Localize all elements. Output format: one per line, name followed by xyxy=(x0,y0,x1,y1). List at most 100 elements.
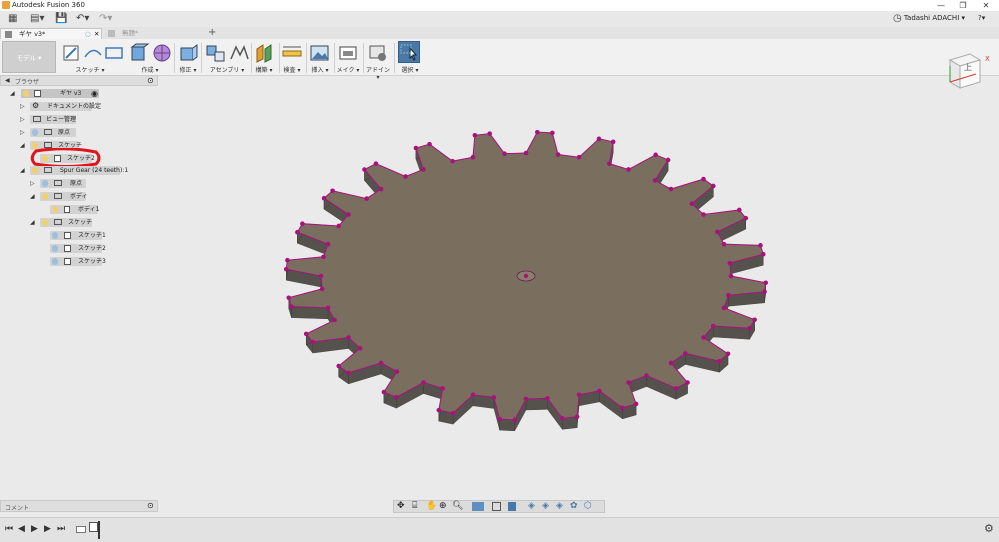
create-menu[interactable]: 作成 ▾ xyxy=(136,65,164,74)
sketch-point[interactable] xyxy=(685,380,690,385)
tab-untitled[interactable]: 無題* xyxy=(104,28,204,39)
sketch-point[interactable] xyxy=(711,183,716,189)
make-menu[interactable]: メイク ▾ xyxy=(334,65,362,74)
timeline-marker[interactable] xyxy=(98,521,100,539)
undo-icon[interactable]: ↶▾ xyxy=(76,13,89,25)
workspace-switcher[interactable]: モデル ▾ xyxy=(2,41,56,73)
sketch-point[interactable] xyxy=(286,295,292,301)
sketch-point[interactable] xyxy=(763,280,769,286)
sketch-point[interactable] xyxy=(310,339,316,345)
sketch-point[interactable] xyxy=(644,373,649,378)
addins-menu[interactable]: アドイン ▾ xyxy=(364,65,392,81)
sketch-point[interactable] xyxy=(378,186,384,192)
tree-node-sketch2b[interactable]: スケッチ2 xyxy=(0,243,160,254)
sketch-point[interactable] xyxy=(330,188,335,194)
sketch-point[interactable] xyxy=(596,136,602,142)
tree-node-body1[interactable]: ボディ1 xyxy=(0,204,160,215)
insert-menu[interactable]: 挿入 ▾ xyxy=(306,65,334,74)
view-iso-icon[interactable]: ✿ xyxy=(570,501,578,511)
form-icon[interactable] xyxy=(151,43,173,63)
measure-icon[interactable] xyxy=(281,43,303,63)
sketch-point[interactable] xyxy=(470,392,476,398)
sketch-point[interactable] xyxy=(721,305,727,311)
sketch-point[interactable] xyxy=(394,394,399,400)
activate-icon[interactable]: ◉ xyxy=(91,89,98,98)
sketch-point[interactable] xyxy=(620,405,625,411)
help-menu[interactable]: ?▾ xyxy=(978,14,985,22)
sketch-point[interactable] xyxy=(652,178,658,183)
sketch-point[interactable] xyxy=(295,229,300,235)
sketch-point[interactable] xyxy=(346,370,351,376)
tree-node-gear-sketches[interactable]: ◢ スケッチ xyxy=(0,217,160,228)
sketch-point[interactable] xyxy=(743,215,749,221)
data-panel-icon[interactable]: ▦ xyxy=(8,13,17,25)
sketch-point[interactable] xyxy=(545,396,550,401)
orbit-icon[interactable]: ✥ xyxy=(397,501,405,511)
sketch-point[interactable] xyxy=(394,369,400,374)
sketch-point[interactable] xyxy=(346,335,351,340)
sketch-point[interactable] xyxy=(440,386,445,391)
tree-node-root[interactable]: ◢ ギヤ v3 ◉ xyxy=(0,88,160,99)
visibility-bulb-icon[interactable] xyxy=(23,90,29,97)
sketch-point[interactable] xyxy=(633,401,639,407)
sketch-point[interactable] xyxy=(357,345,363,351)
rectangle-icon[interactable] xyxy=(103,43,125,63)
sketch-point[interactable] xyxy=(502,151,507,156)
sketch-point[interactable] xyxy=(523,396,529,402)
pin-panel-icon[interactable]: ⊙ xyxy=(147,76,154,85)
sketch-point[interactable] xyxy=(512,417,517,423)
sketch-point[interactable] xyxy=(717,358,722,364)
3d-print-icon[interactable] xyxy=(337,43,359,63)
sketch-point[interactable] xyxy=(555,152,561,157)
select-button[interactable] xyxy=(398,41,420,63)
tree-node-document-settings[interactable]: ▷ ⚙ ドキュメントの設定 xyxy=(0,101,160,112)
sketch-point[interactable] xyxy=(472,133,478,138)
sketch-point[interactable] xyxy=(689,201,695,207)
sketch-point[interactable] xyxy=(381,389,387,395)
sketch-point[interactable] xyxy=(362,167,367,172)
joint-icon[interactable] xyxy=(228,43,250,63)
create-sketch-icon[interactable] xyxy=(61,43,83,63)
sketch-point[interactable] xyxy=(701,176,706,182)
sketch-point[interactable] xyxy=(373,161,379,166)
sketch-point[interactable] xyxy=(626,167,631,172)
display-settings-icon[interactable] xyxy=(472,502,484,511)
file-menu-icon[interactable]: ▤▾ xyxy=(30,13,44,25)
assemble-menu[interactable]: アセンブリ ▾ xyxy=(207,65,247,74)
sketch-point[interactable] xyxy=(523,150,529,156)
pin-panel-icon[interactable]: ⊙ xyxy=(147,501,154,510)
job-status-icon[interactable]: ◷ xyxy=(893,13,902,25)
timeline-feature-icon[interactable] xyxy=(76,526,86,533)
user-menu[interactable]: Tadashi ADACHI ▾ xyxy=(904,14,965,22)
sketch-point[interactable] xyxy=(597,388,602,394)
sketch-point[interactable] xyxy=(497,416,502,422)
go-to-end-icon[interactable]: ⏭ xyxy=(57,524,65,534)
visibility-bulb-icon[interactable] xyxy=(52,232,58,239)
sketch-point[interactable] xyxy=(325,305,331,311)
new-tab-button[interactable]: + xyxy=(208,27,216,38)
timeline-sketch-icon[interactable] xyxy=(89,522,98,532)
sketch-point[interactable] xyxy=(701,212,706,217)
visibility-bulb-icon[interactable] xyxy=(52,245,58,252)
visibility-bulb-icon[interactable] xyxy=(52,206,58,213)
tab-gear[interactable]: ギヤ v3* ○ ✕ xyxy=(0,28,102,39)
restore-button[interactable]: ❐ xyxy=(952,0,974,11)
step-forward-icon[interactable]: ▶ xyxy=(44,524,51,534)
sketch-point[interactable] xyxy=(721,241,727,247)
view-top-icon[interactable]: ◈ xyxy=(542,501,549,511)
line-icon[interactable] xyxy=(82,43,104,63)
sketch-point[interactable] xyxy=(760,251,766,257)
visibility-bulb-icon[interactable] xyxy=(32,167,38,174)
step-back-icon[interactable]: ◀ xyxy=(18,524,25,534)
sketch-point[interactable] xyxy=(726,292,731,298)
sketch-point[interactable] xyxy=(535,129,540,135)
new-component-icon[interactable] xyxy=(205,43,227,63)
view-right-icon[interactable]: ◈ xyxy=(556,501,563,511)
sketch-point[interactable] xyxy=(300,221,305,226)
sketch-point[interactable] xyxy=(421,380,426,385)
sketch-point[interactable] xyxy=(574,414,580,419)
sketch-point[interactable] xyxy=(725,351,731,357)
view-home-icon[interactable]: ⬡ xyxy=(584,501,592,511)
sketch-point[interactable] xyxy=(668,360,674,366)
tree-node-bodies[interactable]: ◢ ボディ xyxy=(0,191,160,202)
